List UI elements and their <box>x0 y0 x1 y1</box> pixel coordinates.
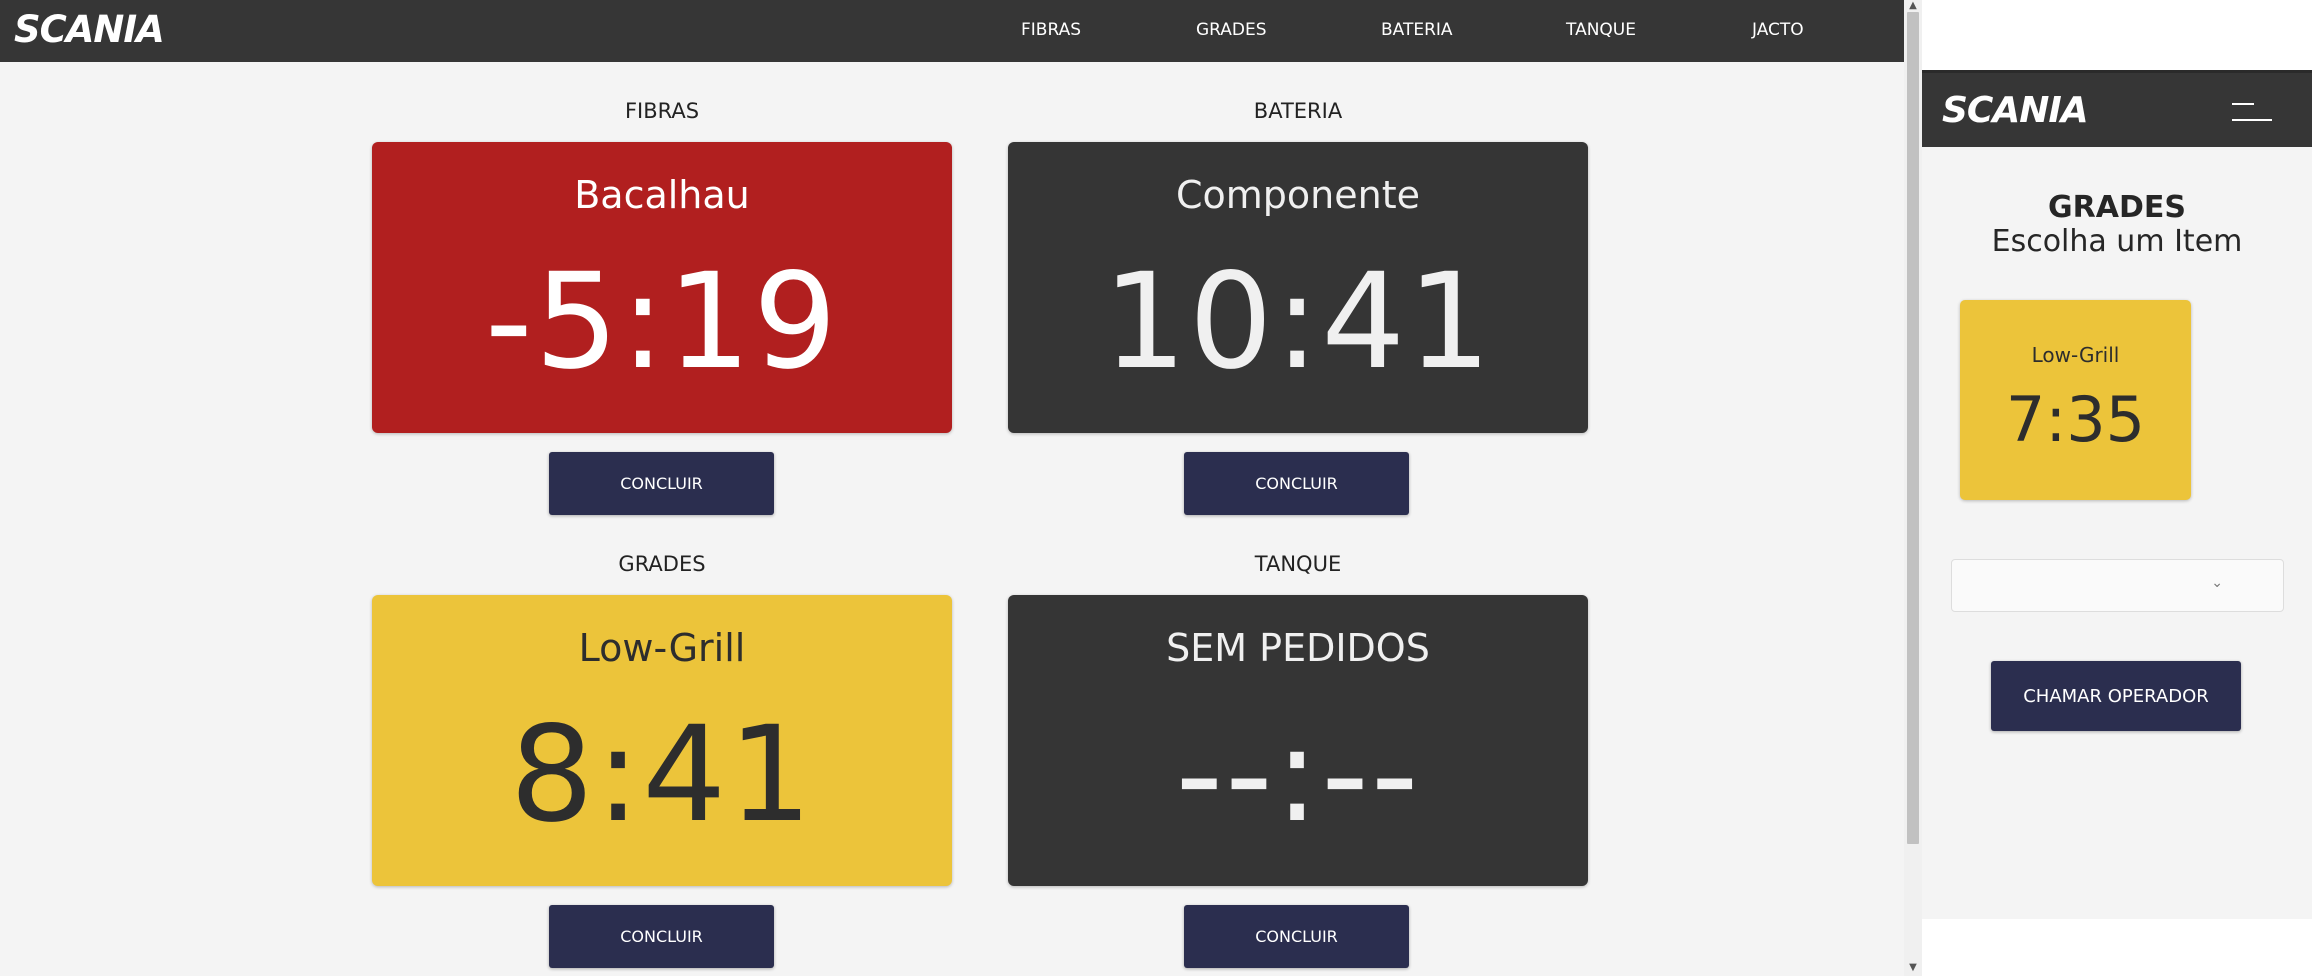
scania-logo[interactable]: SCANIA <box>1942 91 2089 131</box>
current-item-card: Low-Grill 7:35 <box>1960 300 2191 500</box>
station-card-bateria: Componente 10:41 <box>1008 142 1588 433</box>
scroll-up-arrow-icon[interactable]: ▲ <box>1906 0 1920 12</box>
hamburger-menu-icon[interactable] <box>2232 101 2272 125</box>
page-title: GRADES <box>2048 190 2186 225</box>
page-subtitle: Escolha um Item <box>1991 224 2243 259</box>
call-operator-button[interactable]: CHAMAR OPERADOR <box>1991 661 2241 731</box>
top-navbar: SCANIA FIBRAS GRADES BATERIA TANQUE JACT… <box>0 0 1904 62</box>
station-title-grades: GRADES <box>618 552 706 576</box>
concluir-button-bateria[interactable]: CONCLUIR <box>1184 452 1409 515</box>
station-title-fibras: FIBRAS <box>624 99 700 123</box>
chevron-down-icon: ⌄ <box>2211 575 2223 591</box>
station-card-fibras: Bacalhau -5:19 <box>372 142 952 433</box>
mobile-body: GRADES Escolha um Item Low-Grill 7:35 ⌄ … <box>1922 147 2312 919</box>
current-item-timer: 7:35 <box>2005 383 2146 456</box>
station-item-name: Bacalhau <box>574 173 750 217</box>
station-timer: -5:19 <box>484 245 840 399</box>
scrollbar-thumb[interactable] <box>1907 12 1919 844</box>
station-item-name: Low-Grill <box>578 626 746 670</box>
nav-link-bateria[interactable]: BATERIA <box>1381 19 1453 41</box>
station-timer: --:-- <box>1175 698 1421 852</box>
mobile-header: SCANIA <box>1922 73 2312 147</box>
nav-link-tanque[interactable]: TANQUE <box>1566 19 1636 41</box>
item-select-dropdown[interactable]: ⌄ <box>1951 559 2284 612</box>
station-title-bateria: BATERIA <box>1253 99 1343 123</box>
station-title-tanque: TANQUE <box>1254 552 1342 576</box>
station-item-name: Componente <box>1176 173 1420 217</box>
nav-link-jacto[interactable]: JACTO <box>1752 19 1804 41</box>
nav-link-fibras[interactable]: FIBRAS <box>1021 19 1081 41</box>
station-timer: 10:41 <box>1102 245 1494 399</box>
station-card-tanque: SEM PEDIDOS --:-- <box>1008 595 1588 886</box>
station-card-grades: Low-Grill 8:41 <box>372 595 952 886</box>
scania-logo[interactable]: SCANIA <box>14 10 165 50</box>
concluir-button-fibras[interactable]: CONCLUIR <box>549 452 774 515</box>
operator-mobile-window: SCANIA GRADES Escolha um Item Low-Grill … <box>1922 0 2312 976</box>
station-item-name: SEM PEDIDOS <box>1166 626 1430 670</box>
station-timer: 8:41 <box>509 698 815 852</box>
current-item-name: Low-Grill <box>2031 343 2120 367</box>
main-window: SCANIA FIBRAS GRADES BATERIA TANQUE JACT… <box>0 0 1922 976</box>
concluir-button-tanque[interactable]: CONCLUIR <box>1184 905 1409 968</box>
concluir-button-grades[interactable]: CONCLUIR <box>549 905 774 968</box>
scroll-down-arrow-icon[interactable]: ▼ <box>1906 962 1920 974</box>
nav-link-grades[interactable]: GRADES <box>1196 19 1267 41</box>
